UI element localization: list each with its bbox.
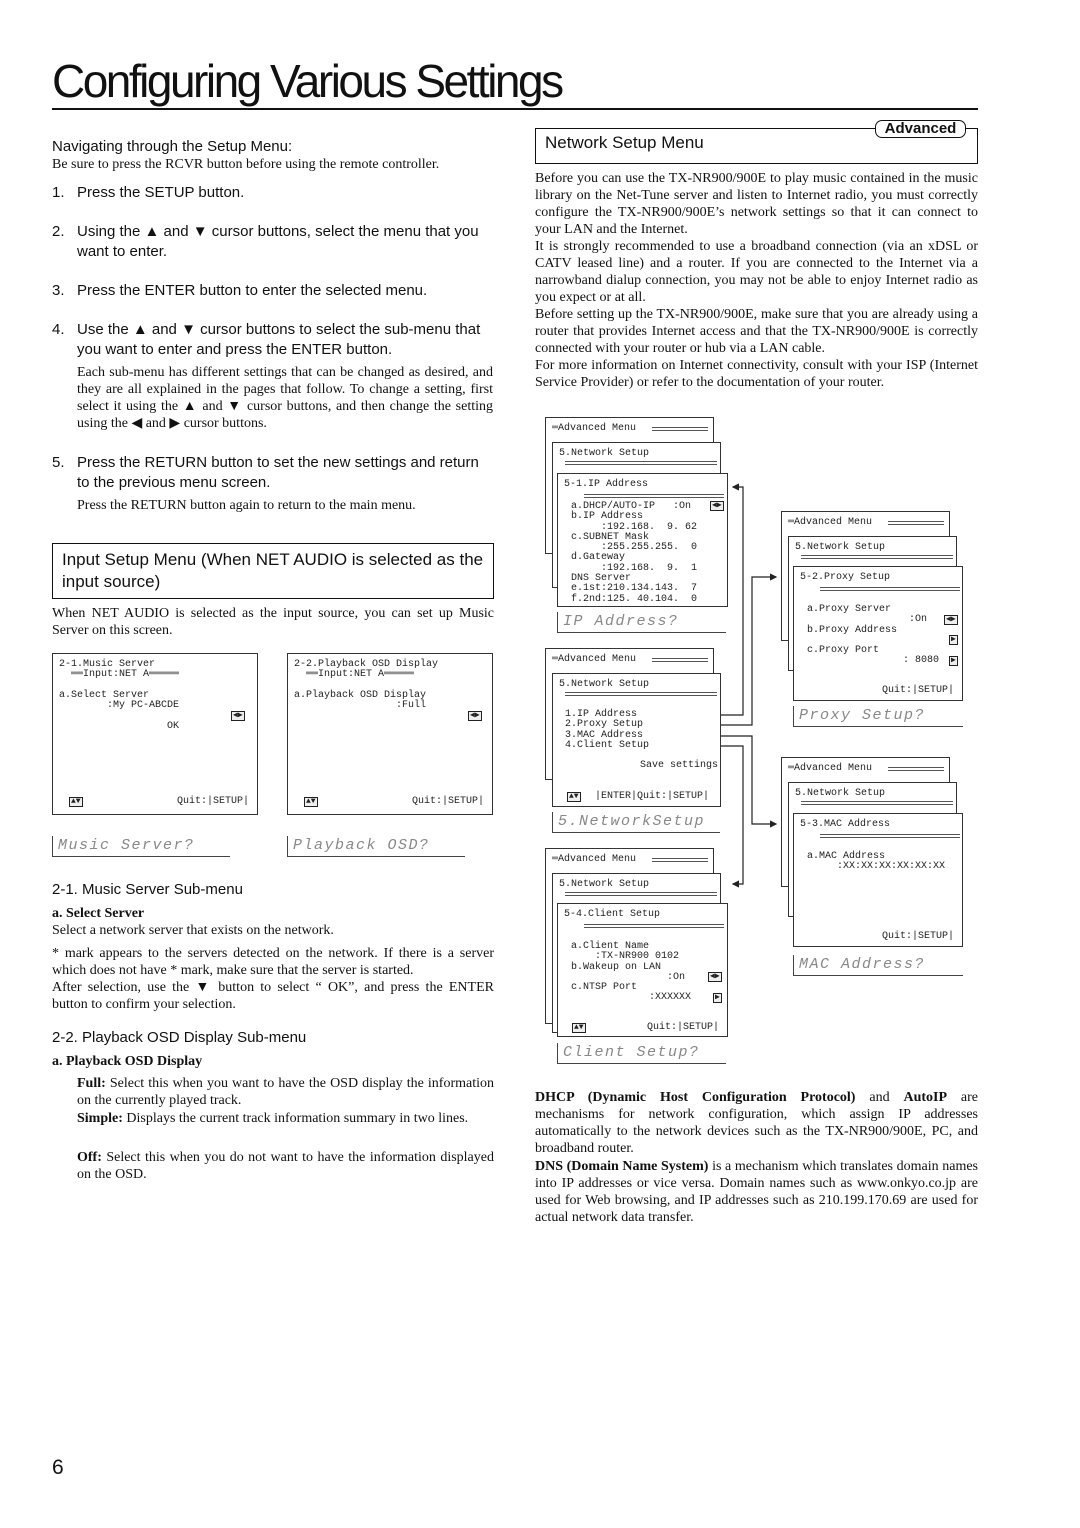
dhcp-term: DHCP (Dynamic Host Configuration Protoco…	[535, 1090, 856, 1105]
client-setup-prompt: Client Setup?	[557, 1043, 726, 1064]
screen-title: ═Advanced Menu	[552, 654, 637, 665]
right-glyph: ▶	[713, 993, 722, 1003]
right-glyph: ▶	[949, 656, 958, 666]
mac-address-prompt: MAC Address?	[793, 955, 963, 976]
left-right-icon: ◀▶	[708, 972, 722, 984]
page-number: 6	[52, 1456, 64, 1479]
up-down-glyph: ▲▼	[567, 792, 581, 802]
screen-line: f.2nd:125. 40.104. 0	[571, 593, 698, 605]
screen-line: b.Proxy Address	[807, 624, 898, 636]
ip-address-prompt: IP Address?	[557, 612, 726, 633]
right-icon: ▶	[949, 635, 958, 647]
screen-lines: a.Client Name :TX-NR900 0102 b.Wakeup on …	[571, 941, 692, 1004]
right-icon: ▶	[713, 993, 722, 1005]
screen-title: 5-3.MAC Address	[800, 819, 891, 830]
screen-title: 5.Network Setup	[795, 788, 886, 799]
save-settings: Save settings	[639, 760, 718, 771]
right-icon: ▶	[949, 656, 958, 668]
text: and	[855, 1090, 904, 1105]
proxy-setup-screen: 5-2.Proxy Setup a.Proxy Server :On b.Prox…	[793, 566, 963, 701]
network-setup-prompt: 5.NetworkSetup	[552, 812, 720, 833]
dns-term: DNS (Domain Name System)	[535, 1159, 709, 1174]
right-glyph: ▶	[949, 635, 958, 645]
screen-line: :XX:XX:XX:XX:XX:XX	[807, 861, 946, 873]
screen-lines: 1.IP Address 2.Proxy Setup 3.MAC Address 4.…	[565, 709, 650, 751]
screen-title: 5-4.Client Setup	[564, 909, 661, 920]
screen-title: ═Advanced Menu	[552, 423, 637, 434]
screen-footer: Quit:|SETUP|	[881, 685, 954, 696]
screen-line: : 8080	[807, 655, 940, 667]
network-setup-main-screen: 5.Network Setup 1.IP Address 2.Proxy Setu…	[552, 673, 721, 807]
screen-footer: |ENTER|Quit:|SETUP|	[595, 791, 710, 802]
left-right-icon: ◀▶	[944, 615, 958, 627]
screen-title: 5.Network Setup	[559, 879, 650, 890]
client-setup-screen: 5-4.Client Setup a.Client Name :TX-NR900…	[557, 903, 728, 1037]
screen-lines: a.DHCP/AUTO-IP :On b.IP Address :192.168.…	[571, 501, 698, 605]
screen-footer: Quit:|SETUP|	[646, 1022, 719, 1033]
screen-footer: Quit:|SETUP|	[881, 931, 954, 942]
left-right-glyph: ◀▶	[708, 972, 722, 982]
screen-title: ═Advanced Menu	[552, 854, 637, 865]
screen-line: :XXXXXX	[571, 992, 692, 1004]
screen-title: 5.Network Setup	[559, 448, 650, 459]
dhcp-para: DHCP (Dynamic Host Configuration Protoco…	[535, 1089, 978, 1157]
screen-lines: a.Proxy Server :On b.Proxy Address c.Proxy…	[807, 604, 940, 667]
up-down-glyph: ▲▼	[572, 1023, 586, 1033]
screen-title: 5-2.Proxy Setup	[800, 572, 891, 583]
mac-address-screen: 5-3.MAC Address a.MAC Address :XX:XX:XX:…	[793, 813, 963, 947]
screen-title: 5-1.IP Address	[564, 479, 649, 490]
screen-title: 5.Network Setup	[559, 679, 650, 690]
screen-title: ═Advanced Menu	[788, 517, 873, 528]
dns-para: DNS (Domain Name System) is a mechanism …	[535, 1158, 978, 1226]
screen-lines: a.MAC Address :XX:XX:XX:XX:XX:XX	[807, 851, 946, 873]
left-right-glyph: ◀▶	[710, 501, 724, 511]
screen-line: 4.Client Setup	[565, 739, 650, 751]
autoip-term: AutoIP	[903, 1090, 948, 1105]
up-down-icon: ▲▼	[572, 1023, 586, 1035]
left-right-glyph: ◀▶	[944, 615, 958, 625]
left-right-icon: ◀▶	[710, 501, 724, 513]
screen-title: ═Advanced Menu	[788, 763, 873, 774]
proxy-setup-prompt: Proxy Setup?	[793, 706, 963, 727]
screen-title: 5.Network Setup	[795, 542, 886, 553]
ip-address-screen: 5-1.IP Address a.DHCP/AUTO-IP :On b.IP Ad…	[557, 473, 728, 607]
up-down-icon: ▲▼	[567, 792, 581, 804]
